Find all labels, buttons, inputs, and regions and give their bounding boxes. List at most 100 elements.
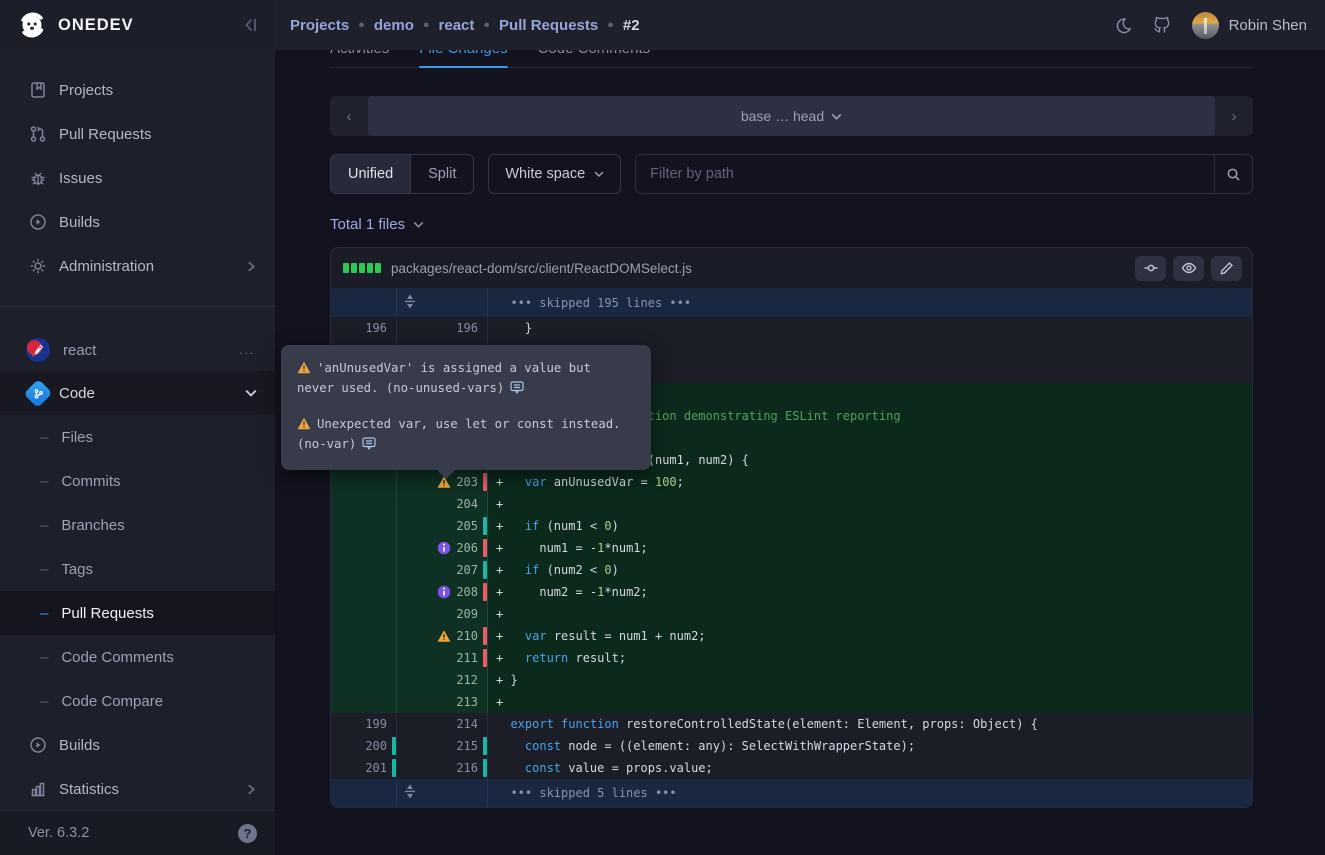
filter-by-path-input[interactable] [636, 155, 1214, 193]
onedev-logo-icon [18, 11, 46, 39]
diff-row: 209+ [331, 603, 1252, 625]
search-button[interactable] [1214, 155, 1252, 193]
info-icon[interactable] [437, 585, 451, 599]
diff-row: 211 + return result; [331, 647, 1252, 669]
comment-icon[interactable] [510, 381, 524, 394]
new-line-number[interactable]: 207 [456, 559, 478, 581]
chevron-right-icon [246, 261, 257, 272]
sidebar-subitem-pull-requests[interactable]: –Pull Requests [0, 591, 275, 635]
new-line-number[interactable]: 205 [456, 515, 478, 537]
sidebar-project-react[interactable]: react ... [0, 329, 275, 371]
sidebar-item-code[interactable]: Code [0, 371, 275, 415]
new-line-number[interactable]: 215 [456, 735, 478, 757]
eye-icon-button[interactable] [1173, 256, 1204, 281]
new-line-number[interactable]: 196 [456, 317, 478, 339]
diff-row: 208+ num2 = -1*num2; [331, 581, 1252, 603]
eslint-problems-tooltip: 'anUnusedVar' is assigned a value but ne… [281, 345, 651, 470]
sidebar-item-pull-requests[interactable]: Pull Requests [0, 112, 275, 156]
tab-code-comments[interactable]: Code Comments [538, 50, 651, 67]
sidebar-item-administration[interactable]: Administration [0, 244, 275, 288]
pencil-icon-button[interactable] [1211, 256, 1242, 281]
breadcrumb-demo[interactable]: demo [374, 17, 414, 34]
file-path[interactable]: packages/react-dom/src/client/ReactDOMSe… [391, 261, 1135, 276]
sidebar-subitem-code-comments[interactable]: –Code Comments [0, 635, 275, 679]
sidebar-item-statistics[interactable]: Statistics [0, 767, 275, 810]
old-line-number[interactable]: 200 [365, 735, 387, 757]
help-icon[interactable]: ? [238, 824, 257, 843]
whitespace-dropdown[interactable]: White space [488, 154, 621, 194]
code-line: + } [488, 669, 1252, 691]
diff-row: 200215 const node = ((element: any): Sel… [331, 735, 1252, 757]
sidebar-item-label: Projects [59, 82, 257, 99]
breadcrumb-pull-requests[interactable]: Pull Requests [499, 17, 598, 34]
tab-activities[interactable]: Activities [330, 50, 389, 67]
old-line-number[interactable]: 199 [365, 713, 387, 735]
header-actions: Robin Shen [1115, 12, 1307, 39]
commit-icon-button[interactable] [1135, 256, 1166, 281]
new-line-number[interactable]: 211 [456, 647, 478, 669]
sidebar-subitem-label: Commits [61, 473, 120, 490]
dash-bullet: – [40, 605, 48, 622]
diff-row: 199 214 export function restoreControlled… [331, 713, 1252, 735]
expand-lines-icon[interactable] [403, 784, 417, 799]
chevron-down-icon [594, 169, 604, 179]
new-line-number[interactable]: 209 [456, 603, 478, 625]
next-commit-button[interactable]: › [1215, 96, 1253, 136]
coverage-marker-teal [483, 759, 487, 777]
coverage-marker-red [483, 539, 487, 557]
tab-file-changes[interactable]: File Changes [419, 50, 507, 67]
new-line-number[interactable]: 210 [456, 625, 478, 647]
commit-range-bar: ‹ base … head › [330, 96, 1253, 136]
new-line-number[interactable]: 216 [456, 757, 478, 779]
diff-row: 201216 const value = props.value; [331, 757, 1252, 779]
eslint-warning-message: Unexpected var, use let or const instead… [297, 415, 635, 454]
sidebar-subitem-branches[interactable]: –Branches [0, 503, 275, 547]
expand-lines-icon[interactable] [403, 294, 417, 309]
sidebar-subitem-files[interactable]: –Files [0, 415, 275, 459]
breadcrumb-react[interactable]: react [439, 17, 475, 34]
new-line-number[interactable]: 214 [456, 713, 478, 735]
prev-commit-button[interactable]: ‹ [330, 96, 368, 136]
new-line-number[interactable]: 212 [456, 669, 478, 691]
new-line-number[interactable]: 208 [456, 581, 478, 603]
warning-icon [297, 417, 311, 430]
sidebar-collapse-button[interactable] [243, 17, 259, 33]
commit-range-selector[interactable]: base … head [368, 96, 1215, 136]
file-header: packages/react-dom/src/client/ReactDOMSe… [331, 248, 1252, 288]
code-line: + return result; [488, 647, 1252, 669]
sidebar-item-projects[interactable]: Projects [0, 68, 275, 112]
comment-icon[interactable] [362, 437, 376, 450]
sidebar-item-builds-lower[interactable]: Builds [0, 723, 275, 767]
warning-icon [297, 361, 311, 374]
coverage-marker-red [483, 649, 487, 667]
new-line-number[interactable]: 204 [456, 493, 478, 515]
new-line-number[interactable]: 206 [456, 537, 478, 559]
moon-icon[interactable] [1115, 17, 1132, 34]
sidebar-subitem-commits[interactable]: –Commits [0, 459, 275, 503]
github-icon[interactable] [1152, 15, 1172, 35]
logo-row: ONEDEV [0, 0, 275, 50]
added-stat-square [375, 263, 381, 273]
file-actions [1135, 256, 1242, 281]
pull-request-tabs: Activities File Changes Code Comments [330, 50, 1253, 68]
info-icon[interactable] [437, 541, 451, 555]
sidebar-divider [0, 306, 275, 307]
new-line-number[interactable]: 203 [456, 471, 478, 493]
book-icon [28, 80, 48, 100]
unified-button[interactable]: Unified [331, 155, 410, 193]
sidebar-subitem-code-compare[interactable]: –Code Compare [0, 679, 275, 723]
old-line-number[interactable]: 196 [365, 317, 387, 339]
old-line-number[interactable]: 201 [365, 757, 387, 779]
sidebar-subitem-tags[interactable]: –Tags [0, 547, 275, 591]
breadcrumb: Projects●demo●react●Pull Requests●#2 [290, 17, 640, 34]
total-files-toggle[interactable]: Total 1 files [330, 216, 424, 233]
code-line: export function restoreControlledState(e… [488, 713, 1252, 735]
sidebar-item-issues[interactable]: Issues [0, 156, 275, 200]
user-menu[interactable]: Robin Shen [1192, 12, 1307, 39]
sidebar-item-builds[interactable]: Builds [0, 200, 275, 244]
new-line-number[interactable]: 213 [456, 691, 478, 713]
project-menu-icon[interactable]: ... [239, 343, 255, 357]
breadcrumb-projects[interactable]: Projects [290, 17, 349, 34]
warning-icon[interactable] [437, 629, 451, 643]
split-button[interactable]: Split [410, 155, 473, 193]
